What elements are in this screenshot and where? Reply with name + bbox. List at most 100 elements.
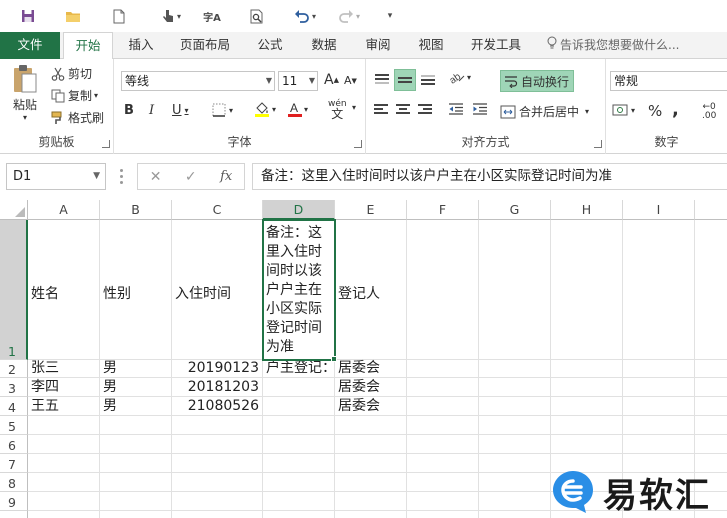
grid-cell[interactable] xyxy=(407,220,479,360)
customize-qat-icon[interactable]: ▾ xyxy=(383,6,397,26)
row-header-4[interactable]: 4 xyxy=(0,397,28,416)
grid-cell[interactable] xyxy=(551,378,623,397)
grid-cell[interactable] xyxy=(263,511,335,518)
grid-cell[interactable] xyxy=(695,397,727,416)
comma-style-button[interactable]: , xyxy=(672,99,679,120)
tab-file[interactable]: 文件 xyxy=(0,32,60,59)
align-bottom-button[interactable] xyxy=(418,69,438,89)
cell-c3[interactable]: 20181203 xyxy=(172,378,263,397)
cell-a4[interactable]: 王五 xyxy=(28,397,100,416)
column-header-f[interactable]: F xyxy=(407,200,479,220)
grid-cell[interactable] xyxy=(479,454,551,473)
grid-cell[interactable] xyxy=(551,435,623,454)
tab-home[interactable]: 开始 xyxy=(63,32,113,60)
grid-cell[interactable] xyxy=(28,511,100,518)
grid-cell[interactable] xyxy=(407,397,479,416)
wrap-text-button[interactable]: 自动换行 xyxy=(500,70,575,92)
grid-cell[interactable] xyxy=(100,454,172,473)
italic-button[interactable]: I xyxy=(149,103,154,118)
grow-font-button[interactable]: A ▲ xyxy=(324,72,339,88)
tell-me-box[interactable]: 告诉我您想要做什么... xyxy=(547,32,679,59)
bold-button[interactable]: B xyxy=(124,103,134,118)
grid-cell[interactable] xyxy=(28,473,100,492)
grid-cell[interactable] xyxy=(28,435,100,454)
fill-handle[interactable] xyxy=(331,356,337,362)
increase-indent-button[interactable] xyxy=(472,103,488,115)
print-preview-icon[interactable] xyxy=(248,6,266,26)
grid-cell[interactable] xyxy=(479,435,551,454)
cancel-entry-icon[interactable]: ✕ xyxy=(150,169,162,185)
grid-cell[interactable] xyxy=(172,454,263,473)
alignment-launcher-icon[interactable] xyxy=(594,140,602,148)
phonetic-dropdown[interactable]: ▾ xyxy=(352,103,356,112)
phonetic-button[interactable]: wén 文 xyxy=(328,99,347,120)
grid-cell[interactable] xyxy=(407,435,479,454)
accounting-format-button[interactable]: ▾ xyxy=(612,103,635,117)
decrease-indent-button[interactable] xyxy=(448,103,464,115)
grid-cell[interactable] xyxy=(263,416,335,435)
column-header-a[interactable]: A xyxy=(28,200,100,220)
column-header-j[interactable] xyxy=(695,200,727,220)
grid-cell[interactable] xyxy=(28,492,100,511)
grid-cell[interactable] xyxy=(695,435,727,454)
grid-cell[interactable] xyxy=(551,397,623,416)
grid-cell[interactable] xyxy=(100,473,172,492)
new-doc-icon[interactable] xyxy=(110,6,128,26)
grid-cell[interactable] xyxy=(479,473,551,492)
formula-bar-grip-icon[interactable] xyxy=(120,169,123,184)
grid-cell[interactable] xyxy=(623,397,695,416)
cell-b1[interactable]: 性别 xyxy=(100,220,172,360)
cell-a3[interactable]: 李四 xyxy=(28,378,100,397)
row-header-7[interactable]: 7 xyxy=(0,454,28,473)
align-top-button[interactable] xyxy=(372,69,392,89)
grid-cell[interactable] xyxy=(263,454,335,473)
confirm-entry-icon[interactable]: ✓ xyxy=(185,169,197,185)
row-header-3[interactable]: 3 xyxy=(0,378,28,397)
cell-d4[interactable] xyxy=(263,397,335,416)
grid-cell[interactable] xyxy=(479,416,551,435)
grid-cell[interactable] xyxy=(100,416,172,435)
row-header-6[interactable]: 6 xyxy=(0,435,28,454)
clipboard-launcher-icon[interactable] xyxy=(102,140,110,148)
grid-cell[interactable] xyxy=(695,360,727,378)
tab-page-layout[interactable]: 页面布局 xyxy=(172,32,238,59)
grid-cell[interactable] xyxy=(479,378,551,397)
align-right-button[interactable] xyxy=(418,103,432,115)
grid-cell[interactable] xyxy=(623,220,695,360)
grid-cell[interactable] xyxy=(551,220,623,360)
name-box[interactable]: D1 ▼ xyxy=(6,163,106,190)
grid-cell[interactable] xyxy=(479,492,551,511)
tab-developer[interactable]: 开发工具 xyxy=(463,32,529,59)
redo-icon[interactable]: ▾ xyxy=(334,6,364,26)
row-header-1[interactable]: 1 xyxy=(0,220,28,360)
column-header-e[interactable]: E xyxy=(335,200,407,220)
insert-function-icon[interactable]: fx xyxy=(220,169,232,184)
font-color-button[interactable]: A ▾ xyxy=(288,101,308,117)
spell-check-icon[interactable]: 字A xyxy=(202,6,222,26)
tab-insert[interactable]: 插入 xyxy=(119,32,163,59)
grid-cell[interactable] xyxy=(172,473,263,492)
row-header-10[interactable] xyxy=(0,511,28,518)
font-name-select[interactable]: 等线 ▼ xyxy=(121,71,275,91)
cell-c2[interactable]: 20190123 xyxy=(172,360,263,378)
grid-cell[interactable] xyxy=(623,378,695,397)
borders-button[interactable]: ▾ xyxy=(212,103,233,117)
fill-color-button[interactable]: ▾ xyxy=(254,101,276,117)
grid-cell[interactable] xyxy=(100,511,172,518)
orientation-button[interactable]: ab ▾ xyxy=(448,70,471,84)
grid-cell[interactable] xyxy=(695,416,727,435)
grid-cell[interactable] xyxy=(263,492,335,511)
grid-cell[interactable] xyxy=(172,435,263,454)
select-all-corner[interactable] xyxy=(0,200,28,220)
grid-cell[interactable] xyxy=(407,454,479,473)
column-header-b[interactable]: B xyxy=(100,200,172,220)
grid-cell[interactable] xyxy=(172,492,263,511)
grid-cell[interactable] xyxy=(263,435,335,454)
tab-view[interactable]: 视图 xyxy=(409,32,453,59)
cell-c4[interactable]: 21080526 xyxy=(172,397,263,416)
cell-e1[interactable]: 登记人 xyxy=(335,220,407,360)
cell-e2[interactable]: 居委会 xyxy=(335,360,407,378)
folder-icon[interactable] xyxy=(62,6,84,26)
font-size-select[interactable]: 11 ▼ xyxy=(278,71,318,91)
tab-formulas[interactable]: 公式 xyxy=(250,32,290,59)
